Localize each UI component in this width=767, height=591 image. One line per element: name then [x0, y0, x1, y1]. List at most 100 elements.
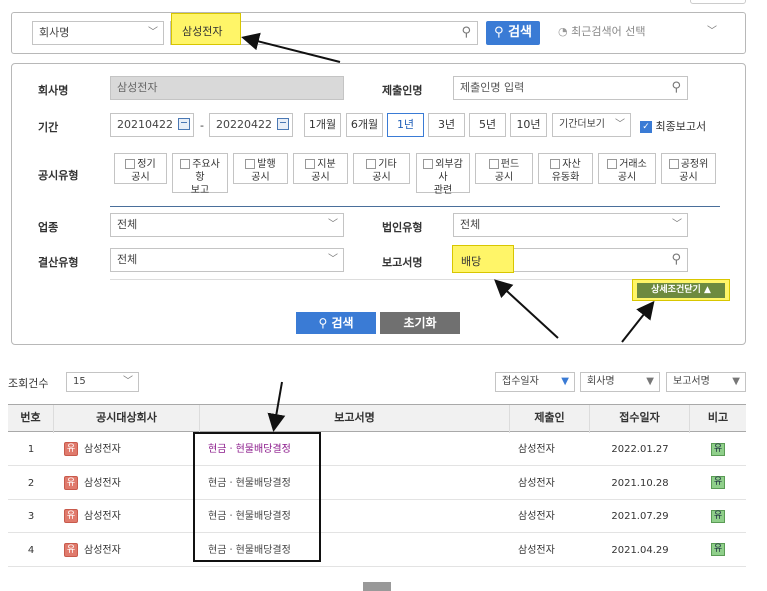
- sort-date-select[interactable]: 접수일자 ▼: [495, 372, 575, 392]
- date-to-input[interactable]: 20220422: [209, 113, 293, 137]
- search-category-select[interactable]: 회사명 ﹀: [32, 21, 164, 45]
- type-checkbox-6[interactable]: 펀드 공시: [475, 153, 533, 184]
- row-date: 2021.07.29: [611, 511, 669, 522]
- period-3y-button[interactable]: 3년: [428, 113, 465, 137]
- type-checkbox-5[interactable]: 외부감 사 관련: [416, 153, 470, 196]
- calendar-icon[interactable]: [277, 118, 289, 130]
- type-label-l2: 공시: [494, 172, 514, 183]
- count-label: 조회건수: [8, 377, 49, 390]
- period-more-label: 기간더보기: [559, 119, 605, 130]
- submitter-input[interactable]: 제출인명 입력 ⚲: [453, 76, 688, 100]
- type-label-line1: 기타: [378, 159, 397, 170]
- report-value: 배당: [461, 255, 482, 268]
- company-name-link[interactable]: 삼성전자: [84, 478, 121, 489]
- type-checkbox-7[interactable]: 자산 유동화: [538, 153, 593, 184]
- note-badge[interactable]: 유: [711, 442, 725, 456]
- row-company[interactable]: 유 삼성전자: [64, 534, 200, 567]
- checkbox-icon: [245, 159, 256, 169]
- search-bar: 회사명 ﹀ ⚲ 삼성전자 ⚲ 검색 ◔ 최근검색어 선택 ﹀: [11, 12, 746, 54]
- period-10y-button[interactable]: 10년: [510, 113, 547, 137]
- type-label-l2: 공시: [679, 172, 698, 183]
- row-company[interactable]: 유 삼성전자: [64, 467, 200, 500]
- highlight-detail-toggle: 상세조건닫기 ▲: [632, 279, 730, 301]
- period-1y-button[interactable]: 1년: [387, 113, 424, 137]
- chevron-down-icon: ﹀: [328, 254, 338, 265]
- chevron-down-icon: ﹀: [672, 219, 682, 230]
- recent-search-select[interactable]: ◔ 최근검색어 선택 ﹀: [552, 21, 722, 45]
- submitter-label: 제출인명: [382, 84, 423, 97]
- pagination[interactable]: [363, 582, 391, 591]
- type-label-line1: 정기: [137, 159, 156, 170]
- type-label-l2: 공시: [131, 172, 150, 183]
- row-submitter: 삼성전자: [518, 477, 555, 489]
- row-number: 3: [27, 511, 35, 522]
- divider: [110, 279, 720, 280]
- search-button[interactable]: ⚲ 검색: [486, 21, 540, 45]
- row-number: 1: [27, 444, 35, 455]
- corp-class-badge: 유: [64, 442, 78, 456]
- period-5y-button[interactable]: 5년: [469, 113, 506, 137]
- type-checkbox-8[interactable]: 거래소 공시: [598, 153, 656, 184]
- period-6m-button[interactable]: 6개월: [346, 113, 383, 137]
- sort-report-select[interactable]: 보고서명 ▼: [666, 372, 746, 392]
- type-checkbox-9[interactable]: 공정위 공시: [661, 153, 716, 184]
- table-header: 번호 공시대상회사 보고서명 제출인 접수일자 비고: [8, 404, 746, 433]
- company-name-link[interactable]: 삼성전자: [84, 511, 121, 522]
- type-checkbox-1[interactable]: 주요사 항 보고: [172, 153, 228, 196]
- recent-search-label: 최근검색어 선택: [571, 25, 646, 38]
- type-checkbox-0[interactable]: 정기공시: [114, 153, 167, 184]
- corp-type-select[interactable]: 전체 ﹀: [453, 213, 688, 237]
- detail-toggle-button[interactable]: 상세조건닫기 ▲: [637, 283, 725, 298]
- type-label-l2: 공시: [251, 172, 270, 183]
- top-button[interactable]: [690, 0, 746, 4]
- row-company[interactable]: 유 삼성전자: [64, 433, 200, 466]
- triangle-down-icon: ▼: [646, 376, 654, 387]
- type-label: 공시유형: [38, 169, 79, 182]
- table-row: 4 유 삼성전자 현금ㆍ현물배당결정 삼성전자 2021.04.29 유: [8, 534, 746, 567]
- search-icon: ⚲: [494, 25, 504, 40]
- company-field: 삼성전자: [110, 76, 344, 100]
- checkbox-icon: [305, 159, 316, 169]
- chevron-down-icon: ﹀: [615, 119, 625, 130]
- type-label-l2: 공시: [617, 172, 637, 183]
- note-badge[interactable]: 유: [711, 476, 725, 489]
- period-more-select[interactable]: 기간더보기 ﹀: [552, 113, 631, 137]
- report-label: 보고서명: [382, 256, 423, 269]
- type-label-l2: 공시: [311, 172, 330, 183]
- company-name-link[interactable]: 삼성전자: [84, 444, 121, 455]
- company-name-link[interactable]: 삼성전자: [84, 545, 121, 556]
- corp-class-badge: 유: [64, 475, 78, 490]
- count-select[interactable]: 15 ﹀: [66, 372, 139, 392]
- row-date: 2021.04.29: [611, 544, 669, 556]
- period-1m-button[interactable]: 1개월: [304, 113, 341, 137]
- note-badge[interactable]: 유: [711, 509, 725, 523]
- settle-label: 결산유형: [38, 256, 79, 269]
- industry-select[interactable]: 전체 ﹀: [110, 213, 344, 237]
- type-label-l3: 관련: [433, 185, 453, 196]
- row-company[interactable]: 유 삼성전자: [64, 500, 200, 533]
- triangle-down-icon: ▼: [561, 376, 569, 387]
- sort-report-label: 보고서명: [673, 376, 710, 387]
- type-checkbox-3[interactable]: 지분 공시: [293, 153, 348, 184]
- latest-report-checkbox[interactable]: ✓ 최종보고서: [640, 118, 706, 134]
- settle-select[interactable]: 전체 ﹀: [110, 248, 344, 272]
- chevron-down-icon: ﹀: [328, 219, 338, 230]
- filter-search-button[interactable]: ⚲ 검색: [296, 312, 376, 334]
- date-from-input[interactable]: 20210422: [110, 113, 194, 137]
- row-number: 2: [27, 477, 35, 489]
- checkbox-icon: [488, 159, 499, 169]
- date-to-value: 20220422: [216, 118, 272, 131]
- col-note: 비고: [707, 411, 729, 424]
- type-checkbox-2[interactable]: 발행 공시: [233, 153, 288, 184]
- col-no: 번호: [8, 405, 54, 433]
- checkbox-icon: [607, 159, 618, 169]
- reset-button[interactable]: 초기화: [380, 312, 460, 334]
- type-checkbox-4[interactable]: 기타 공시: [353, 153, 410, 184]
- checkbox-icon: [125, 159, 136, 169]
- history-icon: ◔: [558, 25, 568, 38]
- type-label-line1: 외부감: [435, 159, 463, 170]
- sort-company-select[interactable]: 회사명 ▼: [580, 372, 660, 392]
- calendar-icon[interactable]: [178, 118, 190, 130]
- note-badge[interactable]: 유: [711, 543, 725, 556]
- checkbox-icon: [423, 159, 434, 169]
